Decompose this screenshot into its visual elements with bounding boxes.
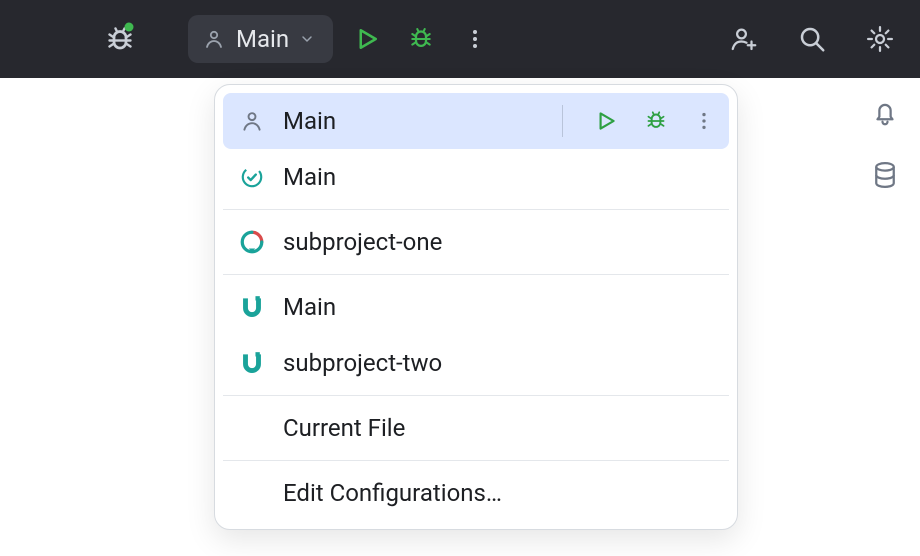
dropdown-item[interactable]: Main [223,279,729,335]
more-icon[interactable] [693,110,715,132]
u-teal-icon [237,350,267,376]
dropdown-item-actions [562,105,715,137]
dropdown-item-label: Edit Configurations… [283,479,502,507]
add-user-icon[interactable] [724,19,764,59]
toolbar: Main [0,0,920,78]
dropdown-divider [223,395,729,396]
chevron-down-icon [299,31,315,47]
dropdown-divider [223,209,729,210]
dropdown-item[interactable]: subproject-two [223,335,729,391]
more-actions-button[interactable] [455,19,495,59]
dropdown-item[interactable]: Main [223,149,729,205]
app-person-icon [202,27,226,51]
gear-icon[interactable] [860,19,900,59]
run-button[interactable] [347,19,387,59]
dropdown-item-label: subproject-two [283,349,442,377]
dropdown-item[interactable]: Current File [223,400,729,456]
database-icon[interactable] [870,160,900,190]
dropdown-item[interactable]: Edit Configurations… [223,465,729,521]
dropdown-item-label: subproject-one [283,228,442,256]
run-config-selector[interactable]: Main [188,15,333,63]
dropdown-item-label: Main [283,163,336,191]
separator [562,105,563,137]
run-config-dropdown: Main Main subproject-one Main subproject-two… [214,84,738,530]
right-sidebar [850,78,920,556]
dropdown-divider [223,460,729,461]
dropdown-item-label: Current File [283,414,405,442]
run-config-label: Main [236,25,289,53]
u-teal-icon [237,294,267,320]
code-with-me-bug-icon[interactable] [100,19,140,59]
debug-button[interactable] [401,19,441,59]
run-icon[interactable] [593,108,619,134]
dropdown-item-label: Main [283,107,336,135]
search-icon[interactable] [792,19,832,59]
debug-icon[interactable] [643,108,669,134]
app-person-icon [237,108,267,134]
dropdown-item-label: Main [283,293,336,321]
coverage-red-icon [237,229,267,255]
dropdown-item[interactable]: Main [223,93,729,149]
dropdown-divider [223,274,729,275]
spring-check-icon [237,164,267,190]
dropdown-item[interactable]: subproject-one [223,214,729,270]
notifications-icon[interactable] [870,98,900,128]
